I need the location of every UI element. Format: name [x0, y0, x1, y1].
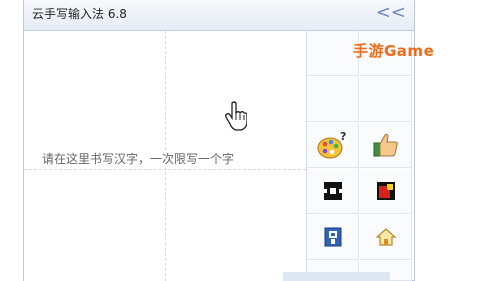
panel-bottom-strip [283, 272, 390, 281]
blue-tool-icon [324, 227, 341, 247]
thumbs-up-icon [373, 133, 398, 157]
home-button[interactable] [360, 215, 412, 260]
canvas-hint: 请在这里书写汉字，一次限写一个字 [42, 150, 235, 167]
red-square-button[interactable] [360, 169, 412, 214]
thumbs-up-button[interactable] [360, 123, 412, 168]
tool-panel: ? [307, 31, 414, 281]
palette-help-button[interactable]: ? [307, 123, 359, 168]
handwriting-canvas[interactable]: 请在这里书写汉字，一次限写一个字 [24, 31, 307, 281]
red-black-square-icon [376, 182, 395, 200]
blue-tool-button[interactable] [307, 215, 359, 260]
svg-text:?: ? [340, 130, 346, 143]
panel-empty-cell[interactable] [307, 31, 359, 76]
palette-help-icon: ? [317, 130, 346, 159]
home-icon [374, 228, 397, 246]
horizontal-guide-line [24, 169, 306, 170]
hand-cursor-icon [225, 101, 247, 131]
site-watermark: 手游Game [353, 42, 435, 60]
collapse-button[interactable]: << [376, 3, 406, 23]
panel-empty-cell[interactable] [307, 77, 359, 122]
black-square-button[interactable] [307, 169, 359, 214]
panel-empty-cell[interactable] [360, 77, 412, 122]
black-square-icon [323, 182, 342, 200]
title-bar[interactable]: 云手写输入法 6.8 << [24, 0, 414, 31]
window-title: 云手写输入法 6.8 [32, 7, 127, 21]
